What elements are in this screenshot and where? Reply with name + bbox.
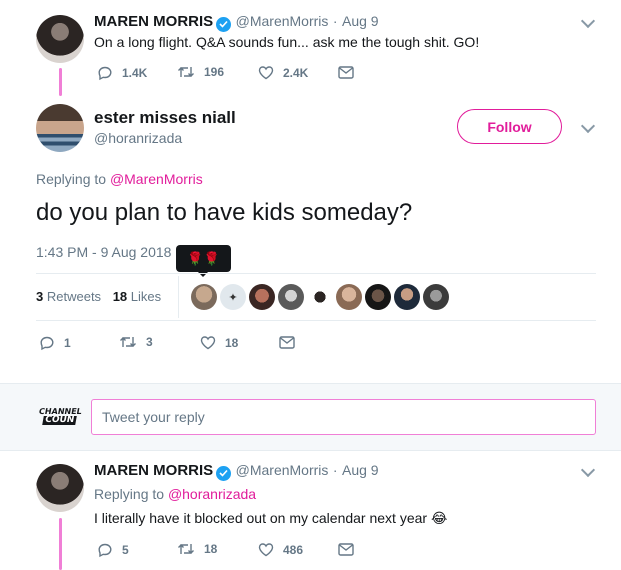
author-name[interactable]: MAREN MORRIS: [94, 13, 213, 30]
maren-avatar[interactable]: [36, 15, 84, 63]
envelope-icon: [338, 66, 354, 79]
maren-avatar[interactable]: [36, 464, 84, 512]
replying-prefix: Replying to: [36, 171, 107, 187]
retweet-count: 18: [204, 542, 218, 556]
tweet-text: do you plan to have kids someday?: [36, 199, 413, 226]
envelope-icon: [279, 336, 295, 349]
tweet-text: On a long flight. Q&A sounds fun... ask …: [94, 34, 480, 50]
chevron-down-icon[interactable]: [580, 118, 596, 134]
logo-line-2: COUN: [42, 415, 78, 425]
retweets-label: Retweets: [46, 289, 102, 304]
like-button[interactable]: 2.4K: [258, 65, 308, 80]
reply-button[interactable]: 5: [97, 542, 129, 558]
stats-separator: [178, 276, 179, 318]
thread-line: [59, 518, 62, 570]
retweet-button[interactable]: 18: [177, 542, 217, 556]
tooltip-arrow: [197, 271, 209, 277]
like-button[interactable]: 18: [200, 335, 238, 350]
liker-avatar[interactable]: [365, 284, 391, 310]
engagement-stats: 3 Retweets 18 Likes: [36, 289, 161, 304]
liker-avatar[interactable]: ✦: [220, 284, 246, 310]
liker-avatar[interactable]: [278, 284, 304, 310]
ester-avatar[interactable]: [36, 104, 84, 152]
heart-icon: [258, 66, 274, 80]
retweet-button[interactable]: 3: [119, 335, 153, 349]
retweet-icon: [178, 67, 194, 77]
reaction-tooltip: 🌹🌹: [176, 245, 231, 272]
liker-avatar[interactable]: [423, 284, 449, 310]
replying-to: Replying to @MarenMorris: [36, 171, 203, 187]
retweet-total: 3: [36, 289, 44, 304]
reply-icon: [98, 66, 112, 81]
tweet-reply-input[interactable]: Tweet your reply: [91, 399, 596, 435]
author-handle[interactable]: @horanrizada: [94, 130, 182, 146]
liker-avatar[interactable]: [249, 284, 275, 310]
retweet-count: 3: [146, 335, 153, 349]
like-count: 2.4K: [283, 65, 309, 80]
tweet-text: I literally have it blocked out on my ca…: [94, 510, 428, 526]
liker-avatar[interactable]: [336, 284, 362, 310]
retweets-stat[interactable]: 3 Retweets: [36, 289, 101, 304]
reply-count: 1: [64, 336, 71, 350]
tweet-actions: 1.4K 196 2.4K: [94, 63, 364, 83]
tweet-text-row: I literally have it blocked out on my ca…: [94, 510, 447, 527]
retweet-button[interactable]: 196: [177, 65, 224, 79]
thread-line: [59, 68, 62, 96]
rose-emoji: 🌹🌹: [187, 250, 220, 266]
heart-icon: [258, 543, 274, 557]
author-name[interactable]: ester misses niall: [94, 108, 236, 128]
reply-icon: [40, 336, 54, 351]
author-handle[interactable]: @MarenMorris: [236, 13, 329, 29]
reply-button[interactable]: 1: [39, 335, 71, 351]
tweet-actions: 5 18 486: [94, 540, 364, 560]
divider: [36, 273, 596, 274]
verified-badge-icon: [216, 16, 232, 32]
liker-avatar[interactable]: [307, 284, 333, 310]
author-handle[interactable]: @MarenMorris: [236, 462, 329, 478]
like-total: 18: [112, 289, 128, 304]
reply-placeholder: Tweet your reply: [102, 409, 205, 425]
replying-to: Replying to @horanrizada: [94, 486, 256, 502]
dm-button[interactable]: [338, 66, 363, 79]
reply-icon: [98, 543, 112, 558]
tweet-actions: 1 3 18: [36, 333, 336, 353]
tweet-header: MAREN MORRIS @MarenMorris · Aug 9: [94, 13, 379, 32]
envelope-icon: [338, 543, 354, 556]
dm-button[interactable]: [279, 336, 304, 349]
separator-dot: ·: [332, 13, 338, 29]
separator-dot: ·: [332, 462, 338, 478]
follow-button[interactable]: Follow: [457, 109, 562, 144]
dm-button[interactable]: [338, 543, 363, 556]
like-button[interactable]: 486: [258, 542, 303, 557]
author-name[interactable]: MAREN MORRIS: [94, 462, 213, 479]
retweet-icon: [178, 544, 194, 554]
retweet-icon: [120, 337, 136, 347]
like-count: 486: [283, 542, 304, 557]
tweet-header: MAREN MORRIS @MarenMorris · Aug 9: [94, 462, 379, 481]
likes-label: Likes: [130, 289, 162, 304]
user-avatar[interactable]: CHANNEL COUN: [38, 400, 82, 432]
tweet-date[interactable]: Aug 9: [342, 13, 379, 29]
reply-count: 1.4K: [122, 66, 148, 80]
verified-badge-icon: [216, 465, 232, 481]
reply-count: 5: [122, 543, 129, 557]
heart-icon: [200, 336, 216, 350]
chevron-down-icon[interactable]: [580, 13, 596, 29]
retweet-count: 196: [204, 65, 225, 79]
likes-stat[interactable]: 18 Likes: [113, 289, 161, 304]
replying-to-link[interactable]: @MarenMorris: [110, 171, 203, 187]
liker-avatar[interactable]: [191, 284, 217, 310]
tweet-timestamp[interactable]: 1:43 PM - 9 Aug 2018: [36, 244, 171, 260]
replying-to-link[interactable]: @horanrizada: [168, 486, 256, 502]
divider: [36, 320, 596, 321]
chevron-down-icon[interactable]: [580, 462, 596, 478]
like-count: 18: [225, 335, 239, 350]
replying-prefix: Replying to: [94, 486, 165, 502]
reply-button[interactable]: 1.4K: [97, 65, 147, 81]
tweet-date[interactable]: Aug 9: [342, 462, 379, 478]
liker-avatar[interactable]: [394, 284, 420, 310]
laughing-emoji: 😂: [430, 510, 448, 526]
